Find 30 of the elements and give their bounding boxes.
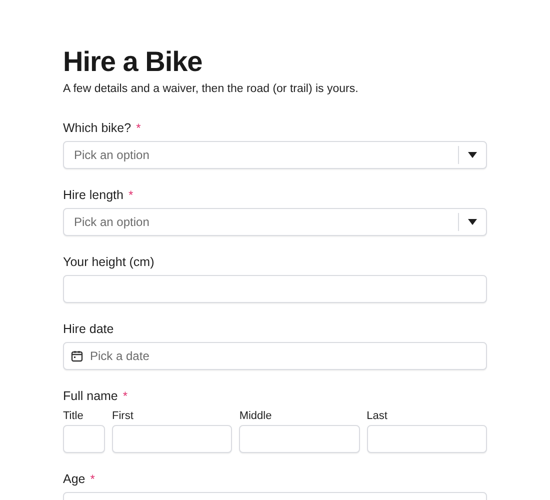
input-field[interactable] (63, 275, 487, 303)
input-field[interactable] (112, 425, 232, 453)
input-field[interactable] (239, 425, 360, 453)
sub-label: Last (366, 409, 388, 423)
required-mark: * (128, 189, 134, 201)
field-label: Which bike? (63, 120, 132, 136)
caret-down-icon (468, 219, 477, 225)
field-label: Hire date (63, 321, 114, 337)
sub-label: Title (63, 409, 84, 423)
select-field[interactable]: Pick an option (63, 208, 487, 236)
page-subtitle: A few details and a waiver, then the road (or trail) is yours. (63, 82, 360, 97)
required-mark: * (90, 473, 95, 485)
sub-label: First (112, 409, 134, 423)
page-title: Hire a Bike (63, 45, 204, 79)
field-label: Age (63, 471, 86, 487)
placeholder-text: Pick an option (74, 214, 150, 231)
field-label: Hire length (63, 187, 124, 203)
sub-label: Middle (239, 409, 273, 423)
required-mark: * (136, 122, 141, 134)
required-mark: * (122, 390, 128, 402)
field-label: Full name (63, 388, 118, 404)
date-field[interactable]: Pick a date (63, 342, 487, 370)
calendar-icon (71, 350, 83, 362)
input-field[interactable] (63, 425, 105, 453)
caret-down-icon (468, 152, 477, 158)
input-field[interactable] (366, 425, 487, 453)
select-field[interactable]: Pick an option (63, 141, 487, 169)
field-label: Your height (cm) (63, 254, 154, 270)
placeholder-text: Pick a date (90, 348, 150, 365)
placeholder-text: Pick an option (74, 147, 150, 164)
